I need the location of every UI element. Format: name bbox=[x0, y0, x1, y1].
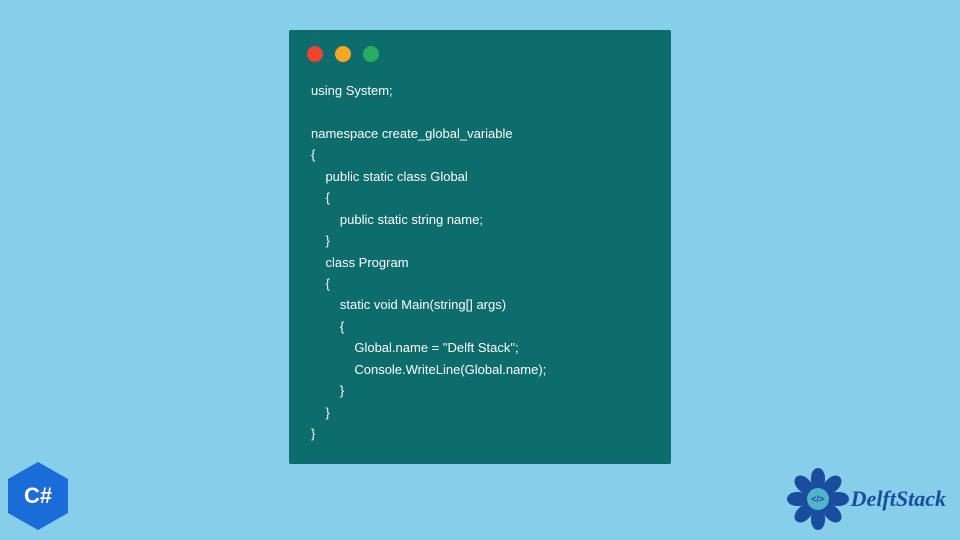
hexagon-icon: C# bbox=[8, 462, 68, 530]
csharp-label: C# bbox=[24, 483, 52, 509]
gear-icon: </> bbox=[791, 472, 845, 526]
window-controls bbox=[289, 30, 671, 74]
minimize-icon bbox=[335, 46, 351, 62]
brand-logo: </> DelftStack bbox=[791, 472, 946, 526]
code-block: using System; namespace create_global_va… bbox=[289, 74, 671, 444]
code-window: using System; namespace create_global_va… bbox=[289, 30, 671, 464]
brand-name: DelftStack bbox=[851, 486, 946, 512]
close-icon bbox=[307, 46, 323, 62]
maximize-icon bbox=[363, 46, 379, 62]
code-glyph-icon: </> bbox=[807, 488, 829, 510]
csharp-badge: C# bbox=[8, 462, 68, 530]
